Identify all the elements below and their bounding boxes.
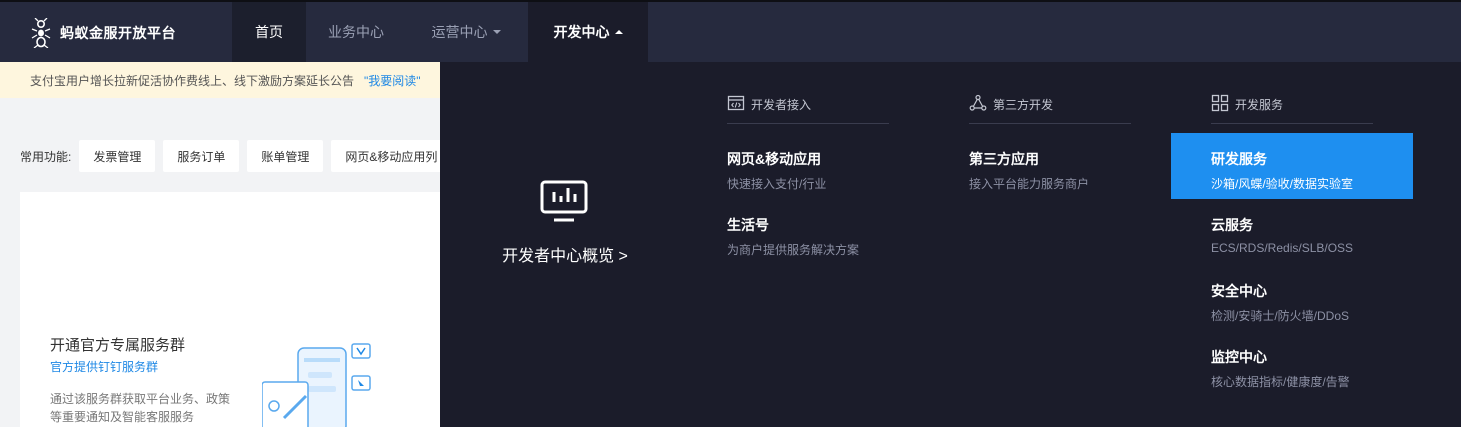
quick-functions-label: 常用功能: xyxy=(20,149,72,164)
nav-home-label: 首页 xyxy=(255,24,283,40)
code-window-icon xyxy=(727,95,745,111)
ant-logo-icon xyxy=(31,18,51,48)
nav-developer-center[interactable]: 开发中心 xyxy=(528,2,648,62)
monitor-chart-icon xyxy=(540,180,588,222)
card-subtitle-link[interactable]: 官方提供钉钉服务群 xyxy=(50,358,158,375)
quick-invoice-button[interactable]: 发票管理 xyxy=(79,140,156,172)
chevron-up-icon xyxy=(614,30,623,34)
menu-item-subtitle: 核心数据指标/健康度/告警 xyxy=(1211,375,1350,389)
column-heading-label: 第三方开发 xyxy=(993,98,1054,112)
menu-item-life-account[interactable]: 生活号 为商户提供服务解决方案 xyxy=(687,199,929,265)
menu-item-subtitle: 接入平台能力服务商户 xyxy=(969,177,1090,191)
menu-item-monitoring-center[interactable]: 监控中心 核心数据指标/健康度/告警 xyxy=(1171,331,1413,397)
notice-bar: 支付宝用户增长拉新促活协作费线上、线下激励方案延长公告 "我要阅读" xyxy=(0,62,440,98)
menu-item-subtitle: ECS/RDS/Redis/SLB/OSS xyxy=(1211,241,1354,255)
menu-item-title: 监控中心 xyxy=(1211,349,1267,365)
menu-item-web-mobile-app[interactable]: 网页&移动应用 快速接入支付/行业 xyxy=(687,133,929,199)
menu-item-security-center[interactable]: 安全中心 检测/安骑士/防火墙/DDoS xyxy=(1171,265,1413,331)
menu-item-title: 云服务 xyxy=(1211,217,1253,233)
card-title: 开通官方专属服务群 xyxy=(50,337,186,354)
menu-item-rd-services[interactable]: 研发服务 沙箱/风蝶/验收/数据实验室 xyxy=(1171,133,1413,199)
column-heading: 开发服务 xyxy=(1211,94,1373,124)
brand-name: 蚂蚁金服开放平台 xyxy=(60,25,176,41)
grid-apps-icon xyxy=(1211,94,1229,112)
nav-operations-label: 运营中心 xyxy=(431,24,488,40)
brand[interactable]: 蚂蚁金服开放平台 xyxy=(30,18,176,48)
phone-chat-illustration xyxy=(262,343,371,427)
menu-item-subtitle: 为商户提供服务解决方案 xyxy=(727,243,860,257)
nav-home[interactable]: 首页 xyxy=(232,2,306,62)
developer-mega-menu: 开发者中心概览 > 开发者接入 网页&移动应用 快速接入支付/行业 生活号 为商… xyxy=(440,62,1461,427)
menu-item-title: 研发服务 xyxy=(1211,151,1267,167)
menu-item-title: 网页&移动应用 xyxy=(727,151,822,167)
menu-item-subtitle: 沙箱/风蝶/验收/数据实验室 xyxy=(1211,177,1354,191)
menu-item-subtitle: 检测/安骑士/防火墙/DDoS xyxy=(1211,309,1350,323)
menu-item-third-party-app[interactable]: 第三方应用 接入平台能力服务商户 xyxy=(929,133,1171,199)
network-triangle-icon xyxy=(969,94,987,111)
notice-text: 支付宝用户增长拉新促活协作费线上、线下激励方案延长公告 xyxy=(30,73,355,88)
nav-business-label: 业务中心 xyxy=(328,24,384,40)
menu-item-title: 生活号 xyxy=(727,217,769,233)
chevron-down-icon xyxy=(492,30,501,34)
menu-item-title: 第三方应用 xyxy=(969,151,1039,167)
card-description: 通过该服务群获取平台业务、政策等重要通知及智能客服服务 xyxy=(50,392,231,424)
developer-overview[interactable]: 开发者中心概览 > xyxy=(440,62,690,427)
service-group-card: 开通官方专属服务群 官方提供钉钉服务群 通过该服务群获取平台业务、政策等重要通知… xyxy=(20,192,440,427)
nav-business-center[interactable]: 业务中心 xyxy=(306,2,406,62)
menu-item-subtitle: 快速接入支付/行业 xyxy=(727,177,827,191)
menu-item-title: 安全中心 xyxy=(1211,283,1267,299)
quick-functions: 常用功能: 发票管理 服务订单 账单管理 网页&移动应用列 xyxy=(20,140,459,172)
column-heading-label: 开发服务 xyxy=(1235,98,1284,112)
quick-orders-button[interactable]: 服务订单 xyxy=(163,140,240,172)
developer-overview-link[interactable]: 开发者中心概览 > xyxy=(440,242,690,266)
nav-developer-label: 开发中心 xyxy=(553,24,610,40)
column-heading-label: 开发者接入 xyxy=(751,98,812,112)
column-heading: 开发者接入 xyxy=(727,95,889,124)
top-navbar: 蚂蚁金服开放平台 首页 业务中心 运营中心 开发中心 xyxy=(0,0,1461,62)
column-heading: 第三方开发 xyxy=(969,94,1131,124)
quick-bills-button[interactable]: 账单管理 xyxy=(247,140,324,172)
notice-read-link[interactable]: "我要阅读" xyxy=(364,72,421,89)
nav-operations-center[interactable]: 运营中心 xyxy=(406,2,526,62)
menu-item-cloud-services[interactable]: 云服务 ECS/RDS/Redis/SLB/OSS xyxy=(1171,199,1413,265)
quick-apps-button[interactable]: 网页&移动应用列 xyxy=(331,140,452,172)
